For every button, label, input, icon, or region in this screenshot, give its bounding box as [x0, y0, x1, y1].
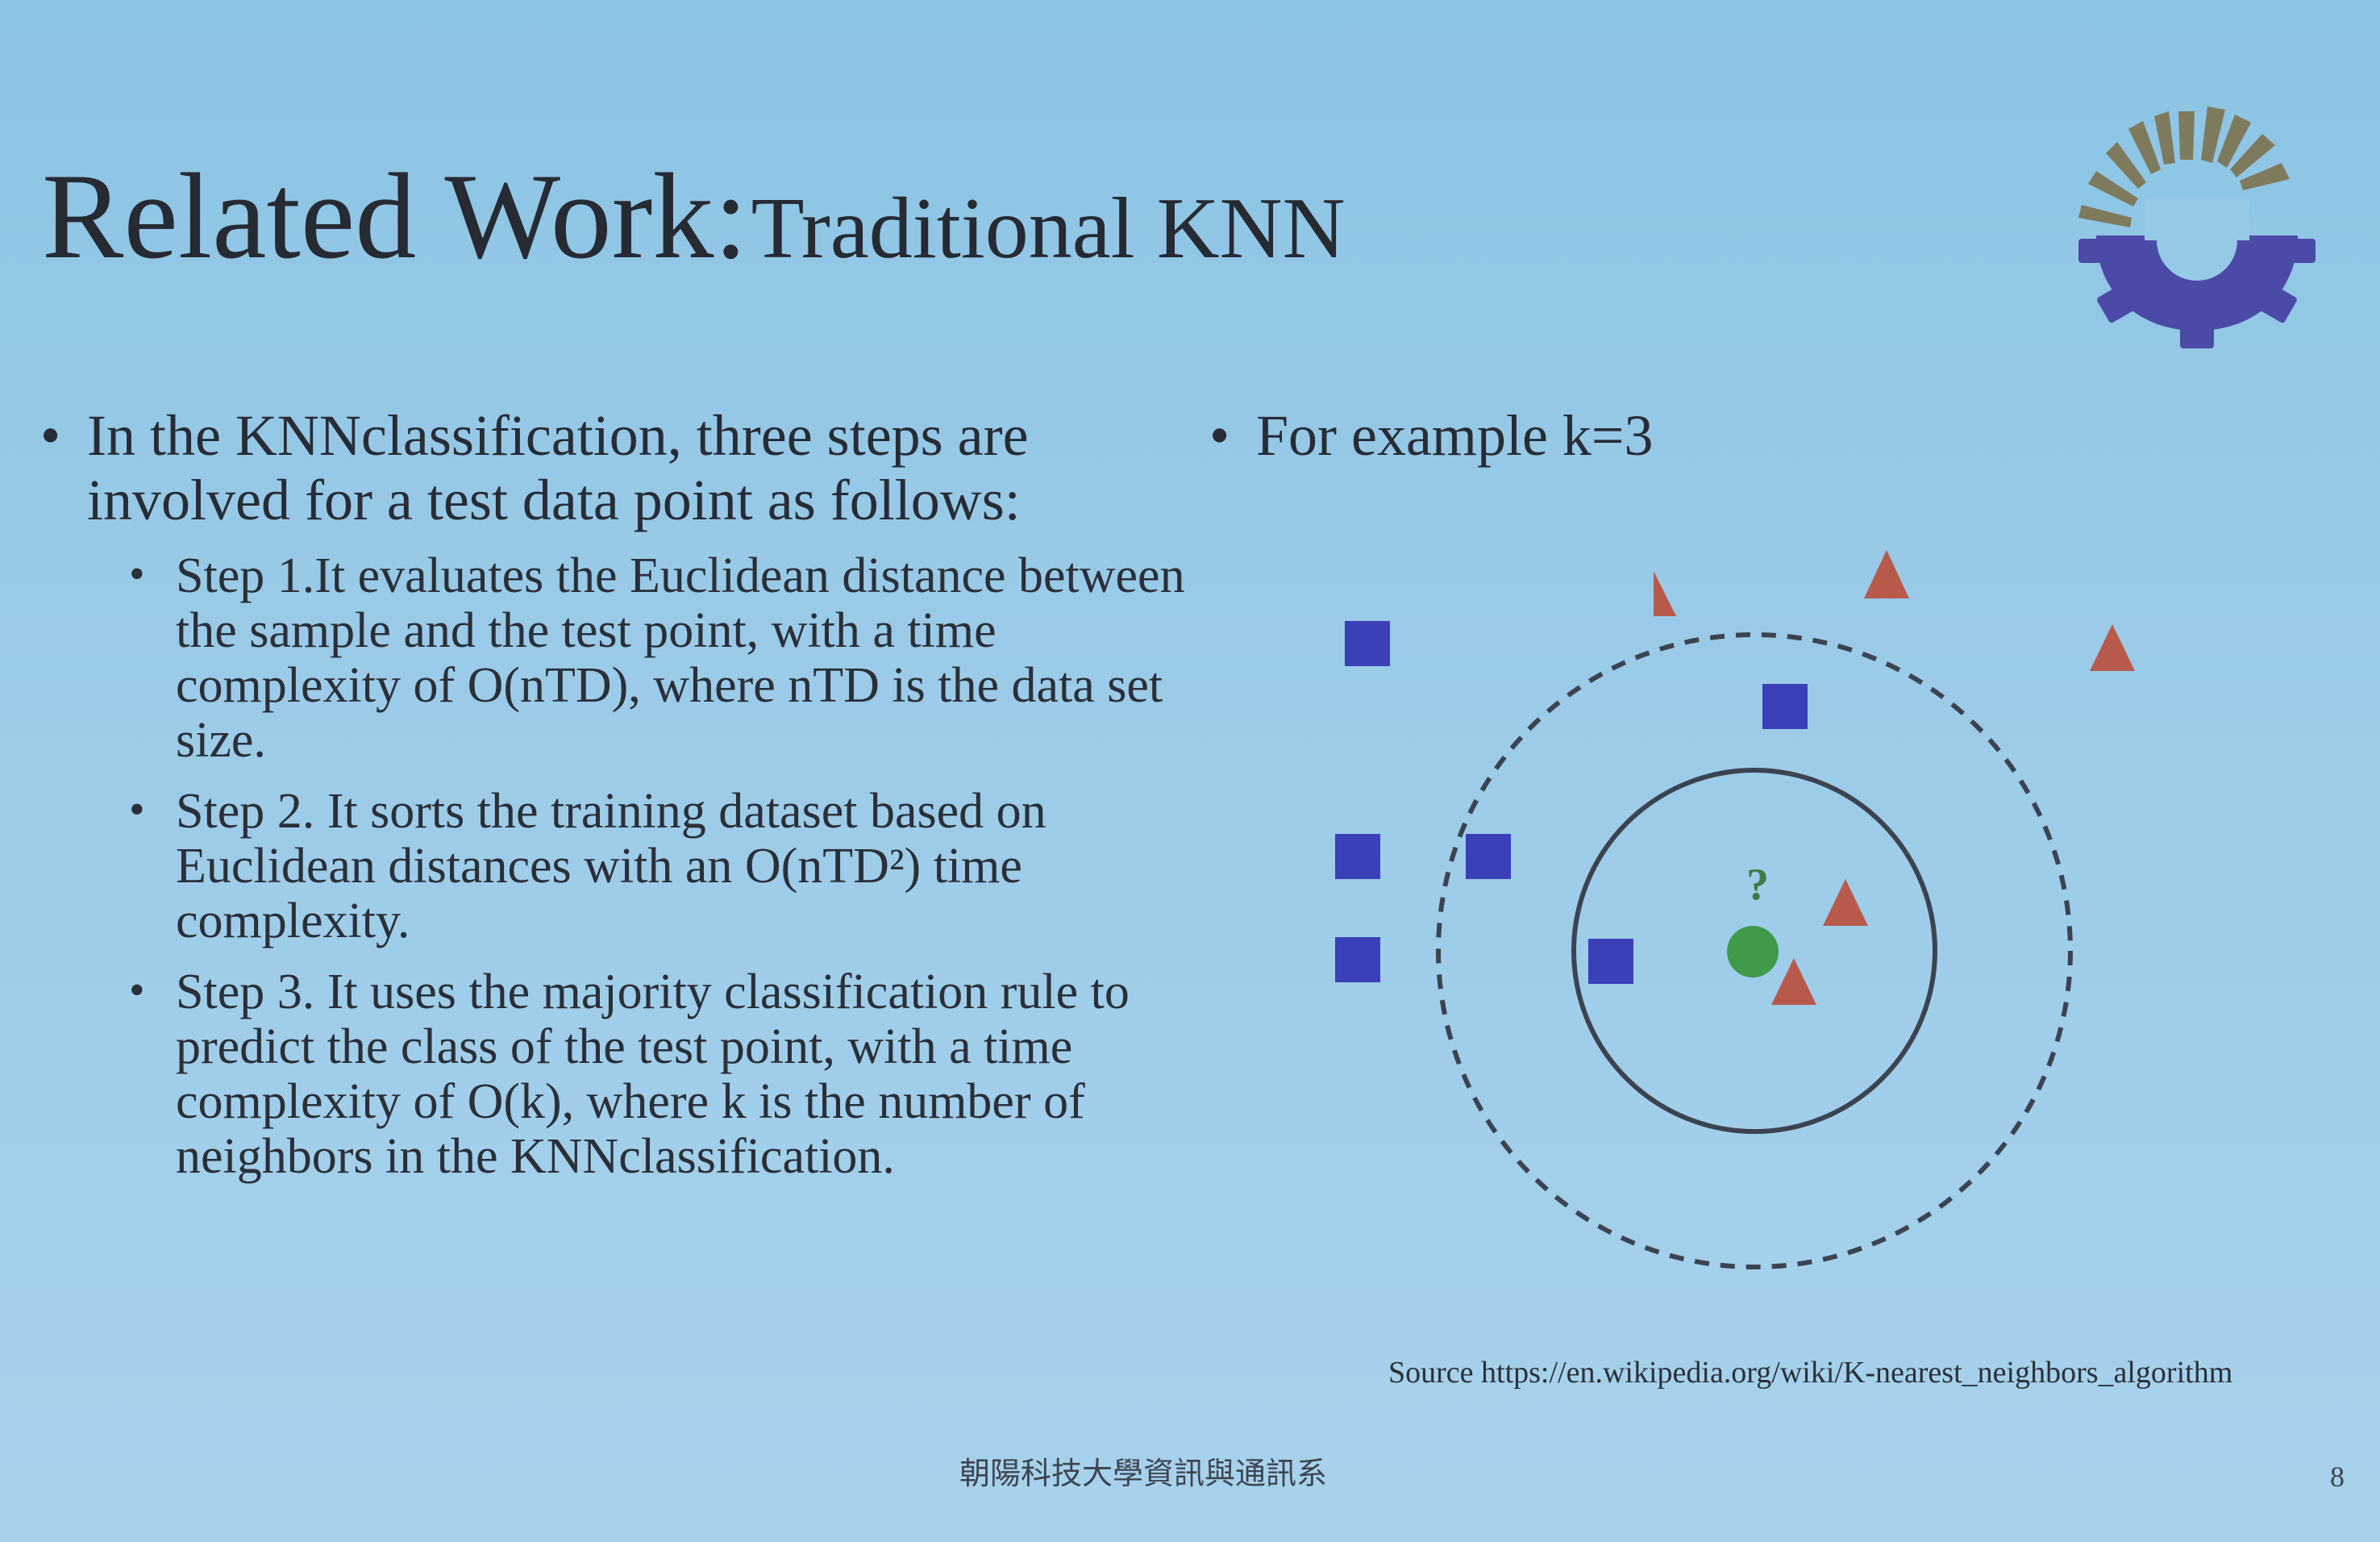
square-marker [1588, 939, 1633, 984]
square-marker [1466, 834, 1511, 879]
triangle-marker [1864, 550, 1909, 598]
bullet-dot: • [129, 965, 145, 1015]
right-column: • For example k=3 [1209, 403, 2177, 468]
step-1: • Step 1.It evaluates the Euclidean dist… [129, 548, 1185, 768]
bullet-dot: • [1209, 403, 1230, 468]
query-label: ? [1746, 860, 1769, 910]
bullet-dot: • [40, 403, 61, 468]
steps-list: • Step 1.It evaluates the Euclidean dist… [129, 548, 1185, 1184]
bullet-dot: • [129, 785, 145, 835]
gear-hole-cut [2145, 198, 2249, 240]
slide-title: Related Work: Traditional KNN [42, 155, 1346, 277]
step-2: • Step 2. It sorts the training dataset … [129, 784, 1185, 948]
triangle-marker [1771, 958, 1816, 1005]
step-3: • Step 3. It uses the majority classific… [129, 965, 1185, 1184]
title-sub: Traditional KNN [751, 181, 1346, 277]
title-main: Related Work: [42, 148, 748, 284]
bullet-dot: • [129, 549, 145, 599]
step-2-text: Step 2. It sorts the training dataset ba… [176, 784, 1046, 948]
page-number: 8 [2330, 1461, 2345, 1493]
intro-text: In the KNNclassification, three steps ar… [87, 403, 1029, 532]
triangle-marker [1823, 879, 1868, 926]
left-column: • In the KNNclassification, three steps … [40, 403, 1185, 1200]
square-marker [1335, 834, 1380, 879]
triangle-marker [2090, 624, 2135, 671]
intro-bullet: • In the KNNclassification, three steps … [40, 403, 1185, 532]
triangle-marker [1631, 571, 1676, 616]
square-marker [1762, 684, 1808, 729]
step-3-text: Step 3. It uses the majority classificat… [176, 965, 1130, 1184]
square-marker [1345, 621, 1390, 666]
knn-diagram: ? [1335, 550, 2135, 1269]
footer-school-name: 朝陽科技大學資訊與通訊系 [959, 1456, 1328, 1491]
gear-sun-logo [2078, 106, 2316, 348]
query-point [1727, 926, 1779, 977]
source-citation: Source https://en.wikipedia.org/wiki/K-n… [1388, 1356, 2233, 1390]
example-bullet: • For example k=3 [1209, 403, 2177, 468]
example-text: For example k=3 [1256, 403, 1654, 468]
step-1-text: Step 1.It evaluates the Euclidean distan… [176, 548, 1185, 768]
square-marker [1335, 937, 1380, 982]
